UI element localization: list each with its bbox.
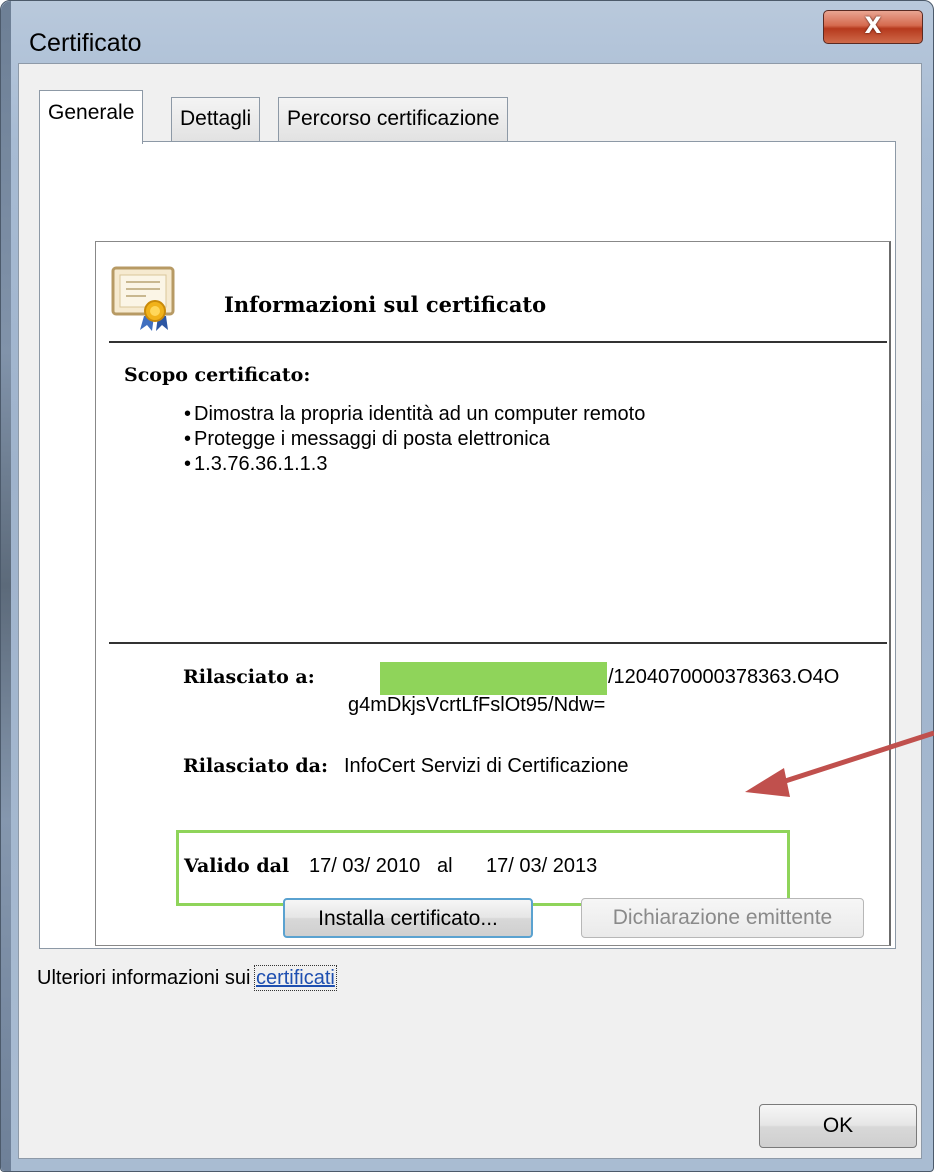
close-button[interactable]: X: [823, 10, 923, 44]
scope-label: Scopo certificato:: [124, 364, 311, 386]
certificate-dialog: Certificato X Generale Dettagli Percorso…: [0, 0, 934, 1172]
issued-by-value: InfoCert Servizi di Certificazione: [344, 755, 629, 777]
ok-button[interactable]: OK: [759, 1104, 917, 1148]
info-heading: Informazioni sul certificato: [224, 292, 547, 317]
certificates-link[interactable]: certificati: [253, 965, 337, 991]
more-info-text: Ulteriori informazioni sui certificati: [37, 965, 337, 991]
valid-from-label: Valido dal: [184, 855, 290, 877]
certificate-icon: [111, 266, 175, 331]
install-certificate-button[interactable]: Installa certificato...: [283, 898, 533, 938]
redaction-mark: [380, 662, 607, 695]
certificate-info-panel: Informazioni sul certificato Scopo certi…: [95, 241, 891, 946]
valid-from-date: 17/ 03/ 2010: [309, 855, 421, 877]
issued-to-label: Rilasciato a:: [183, 666, 315, 688]
dialog-client-area: Generale Dettagli Percorso certificazion…: [18, 63, 922, 1159]
purpose-list: Dimostra la propria identità ad un compu…: [184, 402, 645, 477]
valid-to-label: al: [437, 855, 453, 877]
window-title: Certificato: [29, 29, 142, 57]
tab-dettagli[interactable]: Dettagli: [171, 97, 261, 141]
list-item: 1.3.76.36.1.1.3: [184, 452, 645, 477]
close-icon: X: [864, 14, 882, 39]
issuer-statement-button[interactable]: Dichiarazione emittente: [581, 898, 864, 938]
list-item: Protegge i messaggi di posta elettronica: [184, 427, 645, 452]
tab-generale[interactable]: Generale: [39, 90, 144, 144]
issued-to-value: /1204070000378363.O4O: [608, 666, 840, 688]
valid-to-date: 17/ 03/ 2013: [486, 855, 598, 877]
more-info-prefix: Ulteriori informazioni sui: [37, 967, 251, 989]
divider-top: [109, 341, 887, 343]
list-item: Dimostra la propria identità ad un compu…: [184, 402, 645, 427]
issued-to-value-continued: g4mDkjsVcrtLfFslOt95/Ndw=: [348, 694, 606, 716]
issued-by-label: Rilasciato da:: [183, 755, 329, 777]
tab-panel-generale: Informazioni sul certificato Scopo certi…: [39, 141, 896, 949]
divider-bottom: [109, 642, 887, 644]
tab-percorso-certificazione[interactable]: Percorso certificazione: [278, 97, 509, 141]
